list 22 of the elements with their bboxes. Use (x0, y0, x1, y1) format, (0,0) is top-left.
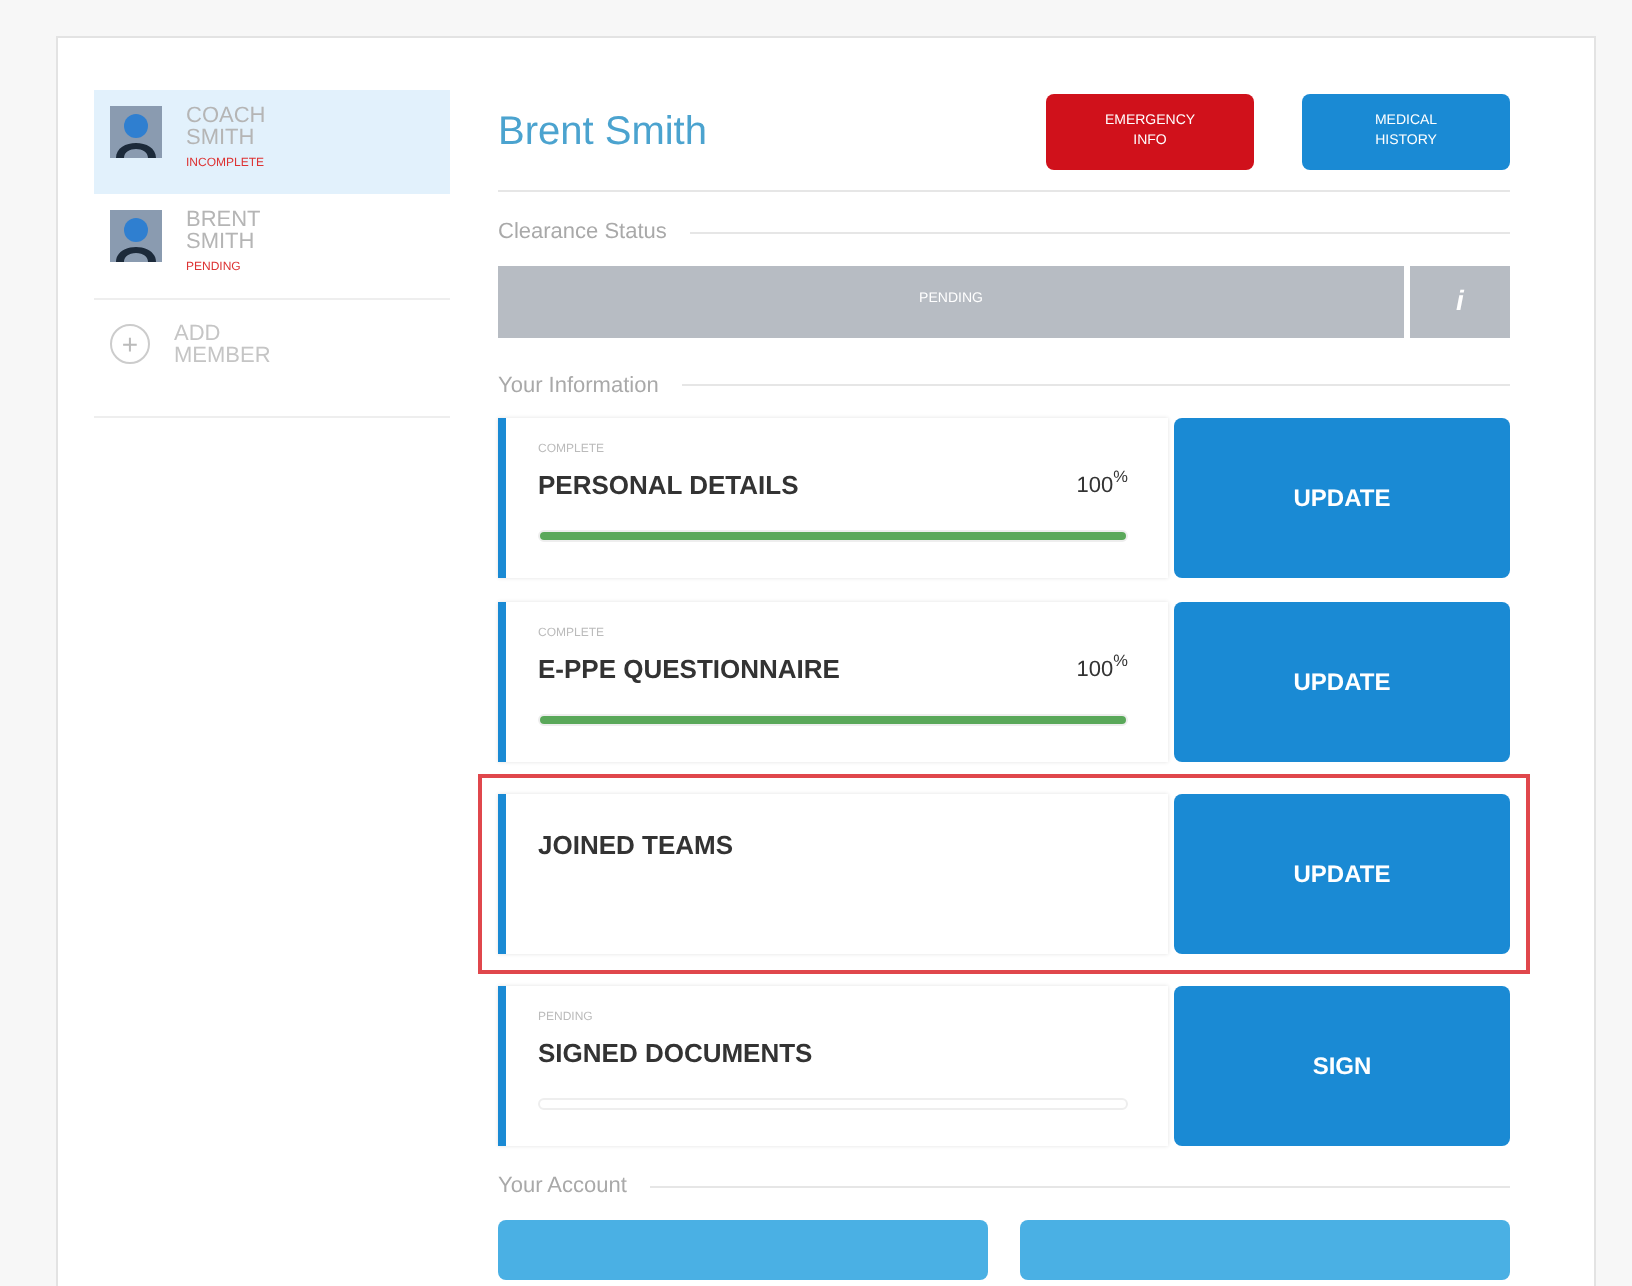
info-button[interactable]: i (1410, 265, 1510, 337)
member-name: COACH SMITH (186, 106, 268, 150)
account-button[interactable] (498, 1219, 988, 1279)
item-percent: 100$^{%}$ (1076, 469, 1128, 501)
item-title: E-PPE QUESTIONNAIRE (538, 652, 842, 688)
update-button[interactable]: SIGN (1174, 986, 1510, 1146)
update-button[interactable]: UPDATE (1174, 418, 1510, 578)
avatar-icon (110, 106, 162, 158)
account-button[interactable] (1020, 1219, 1510, 1279)
section-heading: Your Account (498, 1172, 627, 1202)
avatar-icon (110, 210, 162, 262)
section-heading: Your Information (498, 371, 659, 401)
item-title: SIGNED DOCUMENTS (538, 1036, 815, 1072)
item-title: PERSONAL DETAILS (538, 468, 801, 504)
update-button[interactable]: UPDATE (1174, 794, 1510, 954)
add-icon[interactable]: + (110, 324, 150, 364)
section-heading: Clearance Status (498, 218, 667, 248)
item-percent: 100$^{%}$ (1076, 653, 1128, 685)
member-title: Brent Smith (498, 108, 709, 158)
update-button[interactable]: UPDATE (1174, 602, 1510, 762)
item-title: JOINED TEAMS (538, 828, 736, 864)
member-name: BRENT SMITH (186, 210, 263, 254)
